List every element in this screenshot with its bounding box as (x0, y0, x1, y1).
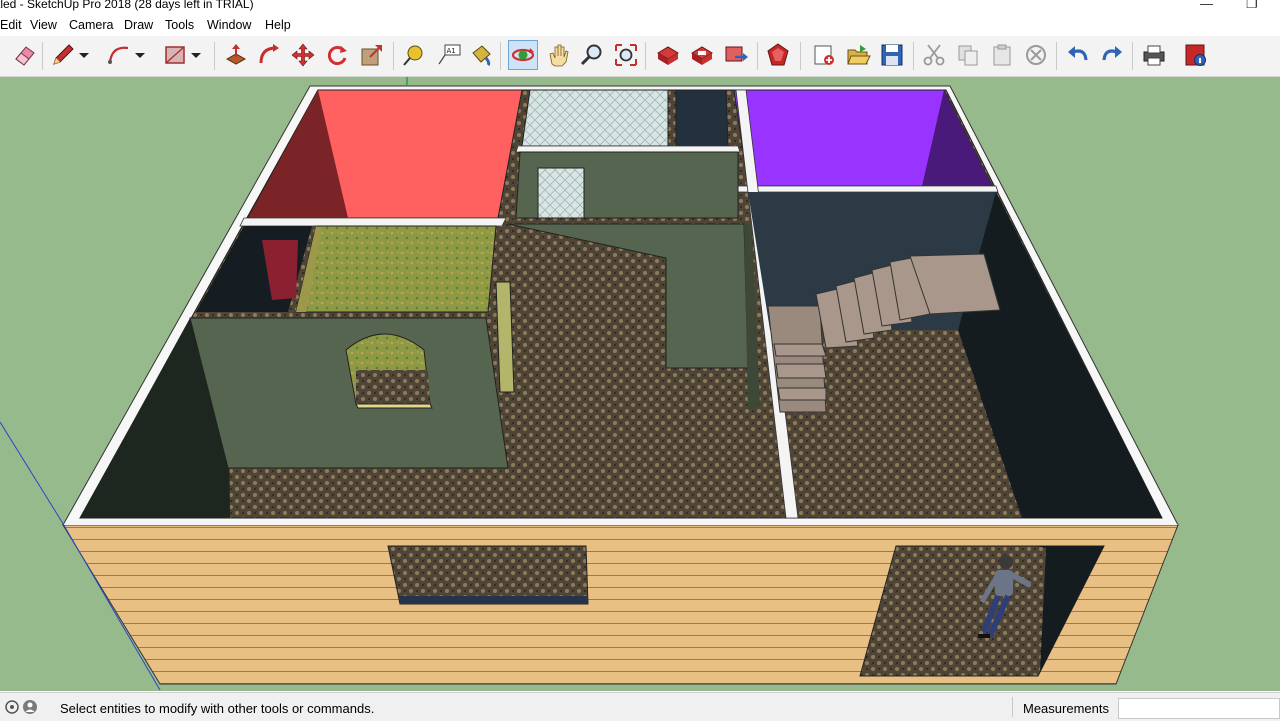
3d-warehouse-icon[interactable] (653, 40, 683, 70)
zoom-icon[interactable] (577, 40, 607, 70)
move-icon[interactable] (288, 40, 318, 70)
paste-icon[interactable] (987, 40, 1017, 70)
dropdown-arrow-icon[interactable] (188, 40, 204, 70)
menu-view[interactable]: View (30, 18, 57, 32)
menu-camera[interactable]: Camera (69, 18, 113, 32)
copy-icon[interactable] (953, 40, 983, 70)
status-bar: Select entities to modify with other too… (0, 692, 1280, 721)
menu-edit[interactable]: Edit (0, 18, 22, 32)
geo-location-icon[interactable] (4, 699, 20, 715)
print-icon[interactable] (1139, 40, 1169, 70)
extension-warehouse-icon[interactable] (687, 40, 717, 70)
extension-manager-icon[interactable] (763, 40, 793, 70)
undo-icon[interactable] (1063, 40, 1093, 70)
scale-icon[interactable] (357, 40, 387, 70)
dropdown-arrow-icon[interactable] (76, 40, 92, 70)
menu-bar: Edit View Camera Draw Tools Window Help (0, 16, 1280, 36)
save-icon[interactable] (877, 40, 907, 70)
erase-icon[interactable] (1021, 40, 1051, 70)
toolbar: A1 (0, 36, 1280, 77)
house-model (0, 77, 1179, 691)
user-icon[interactable] (22, 699, 38, 715)
eraser-icon[interactable] (10, 40, 40, 70)
measurements-label: Measurements (1023, 701, 1109, 716)
rotate-icon[interactable] (322, 40, 352, 70)
menu-help[interactable]: Help (265, 18, 291, 32)
rectangle-icon[interactable] (160, 40, 190, 70)
arc-icon[interactable] (104, 40, 134, 70)
menu-draw[interactable]: Draw (124, 18, 153, 32)
model-info-icon[interactable] (1181, 40, 1211, 70)
orbit-icon[interactable] (508, 40, 538, 70)
redo-icon[interactable] (1097, 40, 1127, 70)
pan-icon[interactable] (543, 40, 573, 70)
window-title: tled - SketchUp Pro 2018 (28 days left i… (0, 0, 254, 11)
text-icon[interactable]: A1 (434, 40, 464, 70)
follow-me-icon[interactable] (254, 40, 284, 70)
pencil-icon[interactable] (48, 40, 78, 70)
share-model-icon[interactable] (721, 40, 751, 70)
new-icon[interactable] (809, 40, 839, 70)
push-pull-icon[interactable] (221, 40, 251, 70)
title-bar: tled - SketchUp Pro 2018 (28 days left i… (0, 0, 1280, 14)
svg-text:A1: A1 (447, 47, 456, 55)
dropdown-arrow-icon[interactable] (132, 40, 148, 70)
status-message: Select entities to modify with other too… (60, 701, 375, 716)
restore-icon[interactable]: ❐ (1246, 0, 1258, 12)
cut-icon[interactable] (919, 40, 949, 70)
menu-window[interactable]: Window (207, 18, 251, 32)
minimize-icon[interactable]: — (1200, 0, 1213, 11)
menu-tools[interactable]: Tools (165, 18, 194, 32)
tape-measure-icon[interactable] (399, 40, 429, 70)
model-viewport[interactable] (0, 77, 1280, 691)
open-icon[interactable] (843, 40, 873, 70)
measurements-input[interactable] (1118, 698, 1280, 719)
paint-bucket-icon[interactable] (466, 40, 496, 70)
zoom-extents-icon[interactable] (611, 40, 641, 70)
